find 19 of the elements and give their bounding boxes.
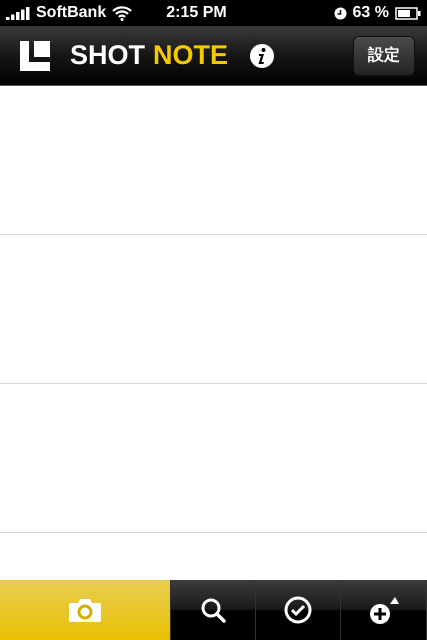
check-circle-icon — [284, 596, 312, 624]
app-title: NOTE — [153, 40, 228, 71]
signal-icon — [6, 6, 30, 20]
settings-button[interactable]: 設定 — [353, 36, 415, 76]
search-tab[interactable] — [171, 580, 256, 640]
search-icon — [200, 597, 226, 623]
clock-icon — [334, 6, 347, 20]
app-title: SHOT — [70, 40, 146, 71]
logo-icon — [20, 40, 50, 70]
clock-time: 2:15 PM — [166, 4, 227, 22]
carrier-name: SoftBank — [36, 4, 106, 22]
check-tab[interactable] — [256, 580, 341, 640]
wifi-icon — [112, 6, 132, 20]
add-tab[interactable] — [341, 580, 427, 640]
camera-icon — [68, 597, 102, 623]
battery-icon — [395, 6, 421, 20]
info-icon[interactable] — [250, 44, 274, 68]
add-icon — [368, 595, 398, 625]
battery-percent: 63 % — [352, 4, 389, 22]
